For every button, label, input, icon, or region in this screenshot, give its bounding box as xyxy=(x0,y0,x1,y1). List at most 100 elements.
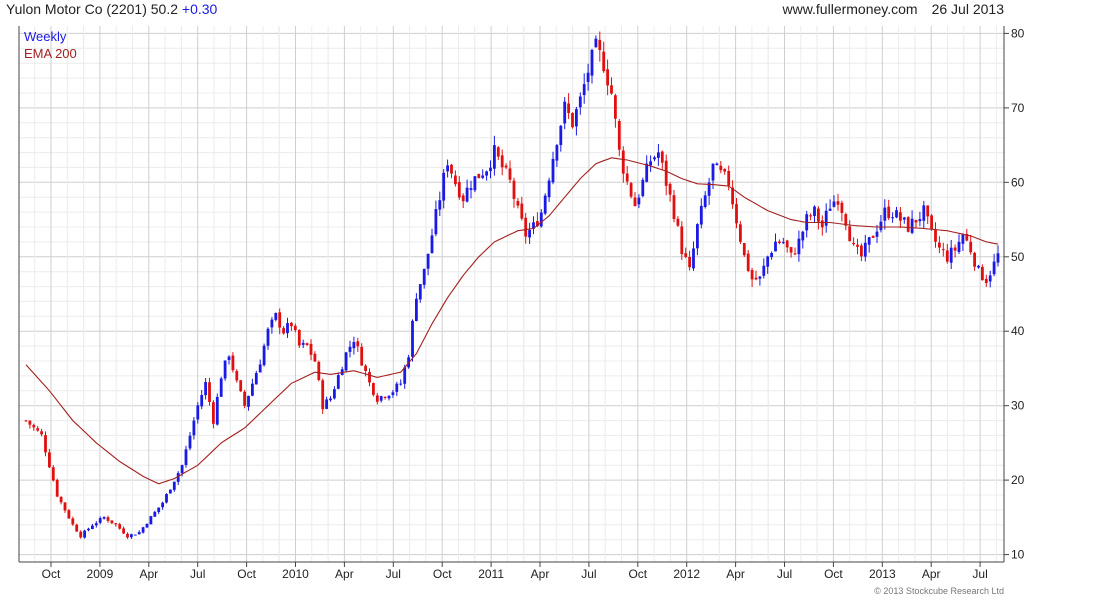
candle-body xyxy=(981,266,984,281)
candle-body xyxy=(902,217,906,220)
candle-body xyxy=(547,180,551,198)
candle-body xyxy=(442,172,446,201)
candle-body xyxy=(383,397,387,398)
candle-body xyxy=(208,382,211,402)
candle-body xyxy=(141,527,145,533)
candle-body xyxy=(415,298,418,321)
y-tick-label: 70 xyxy=(1011,101,1025,115)
candle-body xyxy=(984,278,988,283)
candle-body xyxy=(235,371,239,381)
x-tick-label: Apr xyxy=(726,567,745,581)
candle-body xyxy=(801,231,805,241)
candle-body xyxy=(692,248,695,269)
x-tick-label: 2010 xyxy=(282,567,309,581)
x-tick-label: Apr xyxy=(531,567,550,581)
candle-body xyxy=(172,481,176,490)
candle-body xyxy=(586,72,590,82)
candle-body xyxy=(977,265,980,268)
candle-body xyxy=(227,356,231,360)
candle-body xyxy=(200,395,204,407)
candle-body xyxy=(785,240,789,248)
candle-body xyxy=(887,206,891,219)
candle-body xyxy=(438,200,442,210)
candle-body xyxy=(961,234,965,244)
candle-body xyxy=(614,95,617,119)
candle-body xyxy=(684,253,688,257)
candle-body xyxy=(680,226,684,255)
candle-body xyxy=(621,150,625,174)
candle-body xyxy=(489,167,492,172)
candle-body xyxy=(852,242,855,245)
candle-body xyxy=(863,242,867,257)
x-tick-label: Jul xyxy=(386,567,401,581)
candle-body xyxy=(243,391,246,406)
candle-body xyxy=(797,238,801,255)
candle-body xyxy=(278,312,282,328)
x-tick-label: Jul xyxy=(581,567,596,581)
candle-body xyxy=(67,510,71,519)
candle-body xyxy=(742,243,746,256)
candle-body xyxy=(914,219,918,223)
price-chart: 10 20 30 40 50 60 70 80 Oct 2009 Apr Jul Oct 2010 Apr J… xyxy=(18,26,1025,581)
candle-body xyxy=(477,173,481,179)
candle-body xyxy=(949,247,953,263)
candle-body xyxy=(44,435,47,453)
candle-body xyxy=(481,175,485,178)
candle-body xyxy=(820,220,824,228)
candle-body xyxy=(973,252,976,267)
candle-body xyxy=(899,212,902,221)
candle-body xyxy=(196,405,200,420)
candle-body xyxy=(828,208,832,211)
candle-body xyxy=(258,364,262,373)
x-tick-label: Apr xyxy=(922,567,941,581)
x-tick-label: Oct xyxy=(824,567,843,581)
candle-body xyxy=(204,382,207,396)
candle-body xyxy=(945,250,949,262)
candle-body xyxy=(571,113,574,128)
candle-body xyxy=(325,399,328,409)
candle-body xyxy=(219,378,223,397)
x-tick-label: 2012 xyxy=(673,567,700,581)
candle-body xyxy=(582,84,586,96)
y-tick-label: 50 xyxy=(1011,250,1025,264)
candle-body xyxy=(969,241,973,253)
candle-body xyxy=(94,523,98,526)
candle-body xyxy=(98,518,102,523)
candle-body xyxy=(941,249,945,251)
candle-body xyxy=(563,101,567,124)
candle-body xyxy=(860,245,863,257)
candle-body xyxy=(254,373,258,385)
candle-body xyxy=(727,171,731,186)
y-tick-label: 80 xyxy=(1011,26,1025,40)
candle-body xyxy=(660,151,664,163)
candle-body xyxy=(24,420,28,422)
x-tick-label: Oct xyxy=(628,567,647,581)
candle-body xyxy=(789,247,793,253)
candle-body xyxy=(817,208,820,222)
x-tick-label: Jul xyxy=(777,567,792,581)
candle-body xyxy=(454,175,457,185)
candle-body xyxy=(555,145,559,161)
legend-weekly: Weekly xyxy=(24,29,67,44)
candle-body xyxy=(450,164,453,174)
candle-body xyxy=(832,201,836,207)
candle-body xyxy=(504,165,508,168)
candle-body xyxy=(137,532,141,535)
x-tick-label: Oct xyxy=(433,567,452,581)
candle-body xyxy=(508,168,512,180)
y-tick-label: 10 xyxy=(1011,548,1025,562)
candle-body xyxy=(520,203,524,219)
candle-body xyxy=(493,145,496,169)
candle-body xyxy=(270,319,274,328)
candle-body xyxy=(184,449,188,465)
candle-body xyxy=(657,152,660,158)
y-tick-label: 40 xyxy=(1011,324,1025,338)
candle-body xyxy=(664,160,668,186)
candle-body xyxy=(641,179,645,196)
candle-body xyxy=(379,396,383,401)
candle-body xyxy=(891,217,894,219)
candle-body xyxy=(465,187,469,202)
candle-body xyxy=(578,96,582,108)
candle-body xyxy=(130,534,133,538)
candle-body xyxy=(735,204,738,224)
